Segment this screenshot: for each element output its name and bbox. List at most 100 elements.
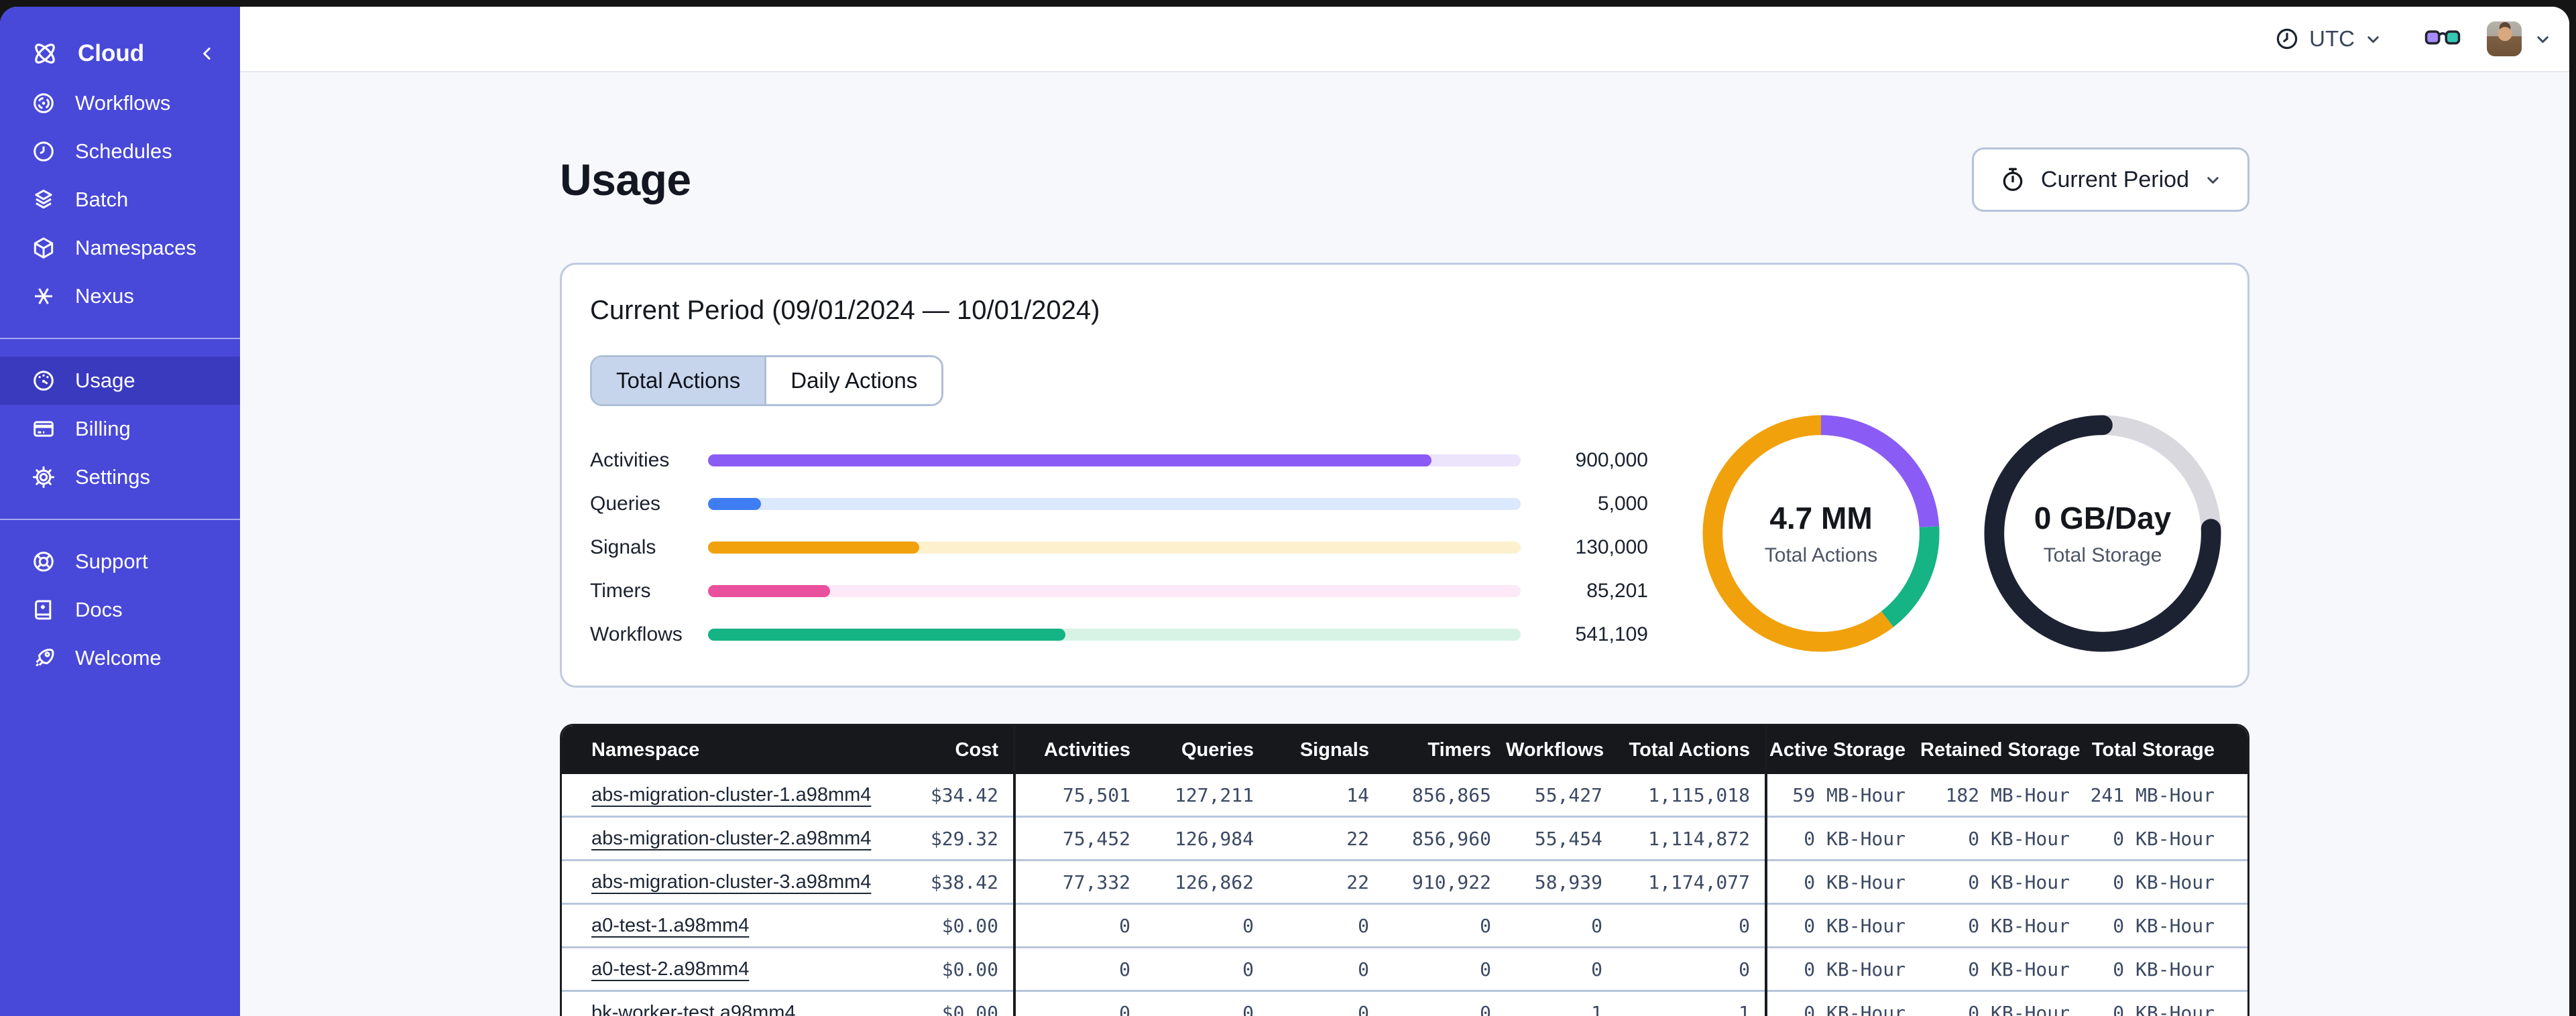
- sidebar-item-billing[interactable]: Billing: [0, 405, 240, 453]
- sidebar-item-namespaces[interactable]: Namespaces: [0, 224, 240, 272]
- donut-center: 0 GB/Day Total Storage: [1983, 414, 2222, 653]
- sidebar-divider: [0, 338, 240, 339]
- user-avatar[interactable]: [2487, 21, 2522, 56]
- workflows-icon: [31, 90, 56, 116]
- sidebar-item-schedules[interactable]: Schedules: [0, 127, 240, 176]
- cell-total-actions: 0: [1617, 946, 1767, 991]
- table-row: bk-worker-test.a98mm4 $0.00 0 0 0 0 1 1 0 KB-Hou…: [562, 990, 2247, 1016]
- cell-total-storage: 0 KB-Hour: [2085, 990, 2247, 1016]
- cell-queries: 0: [1145, 990, 1269, 1016]
- namespace-link[interactable]: abs-migration-cluster-1.a98mm4: [591, 784, 871, 806]
- sidebar-item-label: Support: [75, 550, 148, 573]
- namespace-cell: abs-migration-cluster-3.a98mm4: [562, 859, 874, 904]
- cell-total-actions: 1,114,872: [1617, 816, 1767, 861]
- namespace-link[interactable]: a0-test-1.a98mm4: [591, 915, 749, 936]
- bar-fill: [708, 628, 1066, 641]
- table-row: a0-test-2.a98mm4 $0.00 0 0 0 0 0 0 0 KB-Hour 0 KB…: [562, 946, 2247, 991]
- cell-retained-storage: 0 KB-Hour: [1920, 903, 2085, 948]
- bar-label: Queries: [590, 492, 661, 515]
- cell-workflows: 0: [1506, 946, 1617, 991]
- cell-active-storage: 59 MB-Hour: [1766, 774, 1920, 817]
- sidebar-item-workflows[interactable]: Workflows: [0, 79, 240, 127]
- bar-track: [708, 584, 1521, 597]
- cell-total-storage: 0 KB-Hour: [2085, 859, 2247, 904]
- topbar: UTC: [240, 7, 2569, 72]
- cell-cost: $0.00: [874, 903, 1016, 948]
- cell-queries: 0: [1145, 903, 1269, 948]
- column-header-activities: Activities: [1014, 726, 1145, 774]
- cell-timers: 0: [1384, 903, 1506, 948]
- actions-bar-chart: Activities 900,000 Queries 5,000 Signals 130,…: [590, 438, 1648, 656]
- sidebar-item-usage[interactable]: Usage: [0, 357, 240, 405]
- batch-icon: [31, 187, 56, 212]
- sidebar-item-docs[interactable]: Docs: [0, 586, 240, 634]
- table-row: abs-migration-cluster-2.a98mm4 $29.32 75,4…: [562, 816, 2247, 861]
- cell-queries: 0: [1145, 946, 1269, 991]
- clock-icon: [2274, 26, 2300, 52]
- cell-cost: $34.42: [874, 774, 1016, 817]
- nexus-icon: [31, 283, 56, 309]
- cell-total-actions: 0: [1617, 903, 1767, 948]
- timezone-label: UTC: [2309, 26, 2355, 51]
- app-window: Cloud Workflows Schedules Batch Namespaces N…: [0, 7, 2569, 1016]
- sidebar-brand[interactable]: Cloud: [0, 28, 240, 79]
- bar-track: [708, 497, 1521, 510]
- card-title: Current Period (09/01/2024 — 10/01/2024): [590, 296, 1100, 325]
- usage-icon: [31, 368, 56, 393]
- bar-fill: [708, 541, 920, 554]
- sidebar-item-nexus[interactable]: Nexus: [0, 272, 240, 320]
- period-selector-label: Current Period: [2040, 166, 2189, 192]
- table-row: a0-test-1.a98mm4 $0.00 0 0 0 0 0 0 0 KB-Hour 0 KB…: [562, 903, 2247, 948]
- table-row: abs-migration-cluster-3.a98mm4 $38.42 77,3…: [562, 859, 2247, 904]
- column-header-timers: Timers: [1384, 726, 1506, 774]
- sidebar-divider: [0, 519, 240, 520]
- cell-signals: 22: [1269, 816, 1384, 861]
- cell-cost: $29.32: [874, 816, 1016, 861]
- support-icon: [31, 549, 56, 574]
- cell-cost: $38.42: [874, 859, 1016, 904]
- period-selector-button[interactable]: Current Period: [1971, 147, 2249, 212]
- namespace-link[interactable]: abs-migration-cluster-2.a98mm4: [591, 828, 871, 849]
- bar-label: Workflows: [590, 623, 683, 645]
- billing-icon: [31, 416, 56, 442]
- cell-activities: 77,332: [1014, 859, 1145, 904]
- cell-signals: 0: [1269, 990, 1384, 1016]
- namespace-cell: abs-migration-cluster-1.a98mm4: [562, 774, 874, 817]
- cell-queries: 126,984: [1145, 816, 1269, 861]
- sidebar-item-settings[interactable]: Settings: [0, 453, 240, 501]
- timezone-selector[interactable]: UTC: [2274, 26, 2382, 52]
- tab-daily-actions[interactable]: Daily Actions: [764, 357, 942, 404]
- tab-total-actions[interactable]: Total Actions: [592, 357, 765, 404]
- table-header-row: Namespace Cost Activities Queries Signals Tim…: [562, 726, 2247, 774]
- sidebar-item-batch[interactable]: Batch: [0, 176, 240, 224]
- cell-workflows: 55,454: [1506, 816, 1617, 861]
- column-header-signals: Signals: [1269, 726, 1384, 774]
- column-header-workflows: Workflows: [1506, 726, 1617, 774]
- sidebar-item-label: Billing: [75, 417, 131, 440]
- sidebar-item-welcome[interactable]: Welcome: [0, 634, 240, 682]
- welcome-icon: [31, 645, 56, 671]
- bar-fill: [708, 454, 1431, 466]
- cell-active-storage: 0 KB-Hour: [1766, 816, 1920, 861]
- cell-retained-storage: 182 MB-Hour: [1920, 774, 2085, 817]
- cell-retained-storage: 0 KB-Hour: [1920, 859, 2085, 904]
- cell-signals: 14: [1269, 774, 1384, 817]
- namespace-link[interactable]: bk-worker-test.a98mm4: [591, 1002, 796, 1016]
- cell-timers: 0: [1384, 946, 1506, 991]
- namespace-cell: a0-test-2.a98mm4: [562, 946, 874, 991]
- schedules-icon: [31, 139, 56, 164]
- bar-track: [708, 541, 1521, 554]
- sidebar-item-support[interactable]: Support: [0, 537, 240, 586]
- sidebar-collapse-chevron-left-icon[interactable]: [197, 44, 217, 64]
- namespace-link[interactable]: abs-migration-cluster-3.a98mm4: [591, 871, 871, 893]
- cell-total-storage: 0 KB-Hour: [2085, 816, 2247, 861]
- cell-total-actions: 1,115,018: [1617, 774, 1767, 817]
- cell-timers: 856,960: [1384, 816, 1506, 861]
- namespace-link[interactable]: a0-test-2.a98mm4: [591, 958, 749, 980]
- column-header-active-storage: Active Storage: [1766, 726, 1920, 774]
- cell-cost: $0.00: [874, 946, 1016, 991]
- column-header-total-storage: Total Storage: [2085, 726, 2247, 774]
- labs-glasses-icon[interactable]: [2424, 26, 2461, 52]
- namespace-cell: bk-worker-test.a98mm4: [562, 990, 874, 1016]
- user-menu-chevron-down-icon[interactable]: [2534, 30, 2552, 48]
